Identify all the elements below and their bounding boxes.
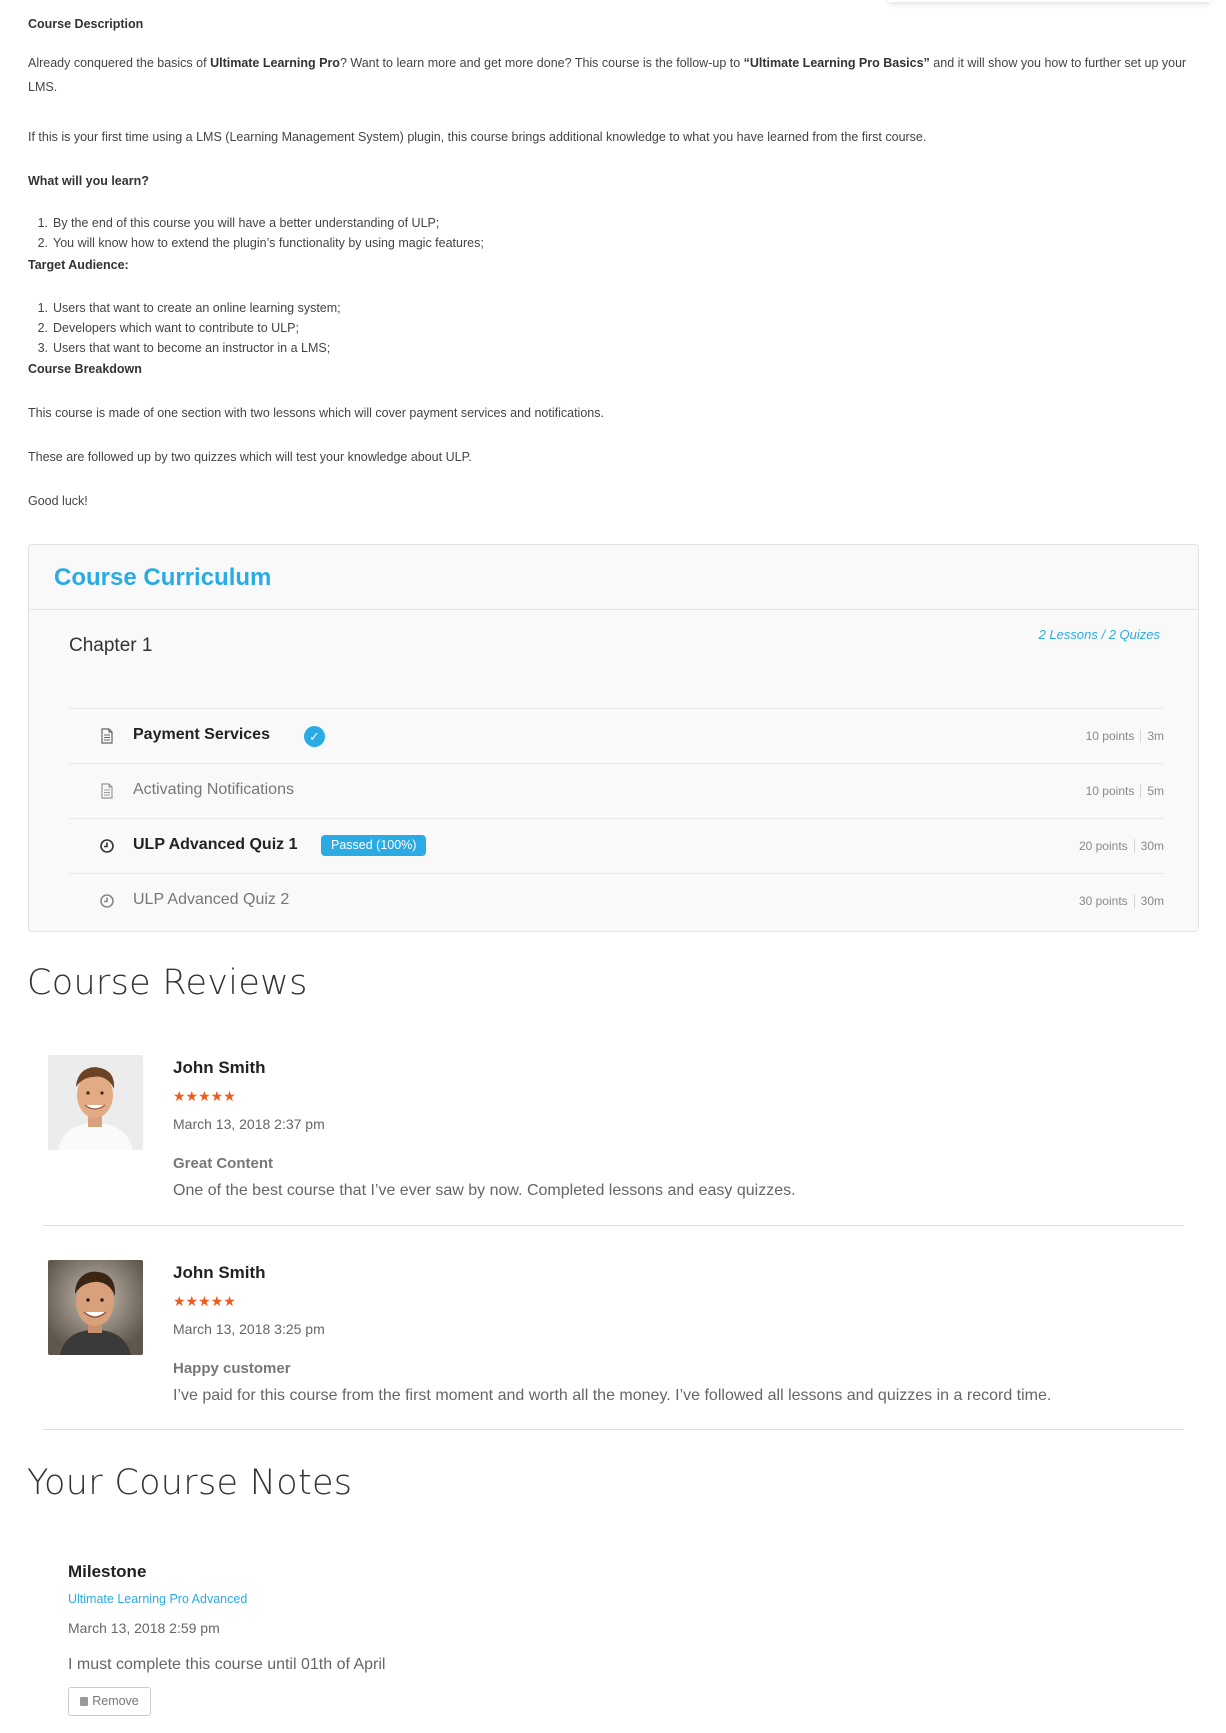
item-meta: 10 points 5m	[1085, 784, 1164, 798]
divider	[43, 1429, 1184, 1430]
item-meta: 20 points 30m	[1078, 839, 1164, 853]
trash-icon	[80, 1697, 89, 1706]
dropdown-shadow	[888, 0, 1210, 2]
curriculum-item-quiz-2[interactable]: ULP Advanced Quiz 2 30 points 30m	[69, 873, 1164, 928]
passed-badge: Passed (100%)	[321, 835, 427, 856]
remove-note-button[interactable]: Remove	[68, 1687, 151, 1716]
lesson-label[interactable]: Payment Services	[133, 726, 270, 744]
reviewer-name: John Smith	[173, 1263, 266, 1282]
quiz-label[interactable]: ULP Advanced Quiz 2	[133, 891, 289, 909]
item-meta: 30 points 30m	[1078, 894, 1164, 908]
audience-item: 3. Users that want to become an instructo…	[37, 341, 331, 355]
review-title: Happy customer	[173, 1360, 291, 1377]
curriculum-item-activating-notifications[interactable]: Activating Notifications 10 points 5m	[69, 763, 1164, 818]
clock-icon	[100, 839, 114, 853]
note-text: I must complete this course until 01th o…	[68, 1656, 386, 1673]
document-icon	[101, 728, 113, 744]
review-title: Great Content	[173, 1155, 274, 1172]
document-icon	[101, 783, 113, 799]
rating-stars: ★★★★★	[173, 1293, 236, 1309]
breakdown-heading: Course Breakdown	[28, 362, 142, 376]
reviewer-name: John Smith	[173, 1058, 266, 1077]
breakdown-para: These are followed up by two quizzes whi…	[28, 450, 472, 464]
learn-heading: What will you learn?	[28, 174, 149, 188]
avatar	[48, 1260, 143, 1355]
audience-item: 1. Users that want to create an online le…	[37, 301, 341, 315]
curriculum-title: Course Curriculum	[54, 564, 272, 591]
quiz-label[interactable]: ULP Advanced Quiz 1	[133, 836, 297, 854]
description-intro: Already conquered the basics of Ultimate…	[28, 56, 1187, 94]
review-text: One of the best course that I’ve ever sa…	[173, 1182, 796, 1199]
review-date: March 13, 2018 3:25 pm	[173, 1321, 325, 1337]
audience-item: 2. Developers which want to contribute to…	[37, 321, 299, 335]
curriculum-item-payment-services[interactable]: Payment Services ✓ 10 points 3m	[69, 708, 1164, 763]
divider	[43, 1225, 1184, 1226]
note-title: Milestone	[68, 1562, 147, 1581]
learn-item: 1. By the end of this course you will hav…	[37, 216, 440, 230]
note-course-link[interactable]: Ultimate Learning Pro Advanced	[68, 1592, 247, 1606]
clock-icon	[100, 894, 114, 908]
description-para: If this is your first time using a LMS (…	[28, 130, 927, 144]
divider	[29, 609, 1198, 610]
rating-stars: ★★★★★	[173, 1088, 236, 1104]
learn-item: 2. You will know how to extend the plugin…	[37, 236, 484, 250]
chapter-count: 2 Lessons / 2 Quizes	[1038, 627, 1160, 642]
review-text: I’ve paid for this course from the first…	[173, 1387, 1052, 1404]
completed-check-icon: ✓	[304, 726, 325, 747]
chapter-title: Chapter 1	[69, 635, 153, 656]
curriculum-item-quiz-1[interactable]: ULP Advanced Quiz 1 Passed (100%) 20 poi…	[69, 818, 1164, 873]
notes-title: Your Course Notes	[27, 1463, 353, 1503]
reviews-title: Course Reviews	[27, 963, 308, 1003]
description-heading: Course Description	[28, 17, 144, 31]
closing-text: Good luck!	[28, 494, 88, 508]
breakdown-para: This course is made of one section with …	[28, 406, 604, 420]
lesson-label[interactable]: Activating Notifications	[133, 781, 294, 799]
review-date: March 13, 2018 2:37 pm	[173, 1116, 325, 1132]
course-curriculum: Course Curriculum Chapter 1 2 Lessons / …	[28, 544, 1199, 932]
note-date: March 13, 2018 2:59 pm	[68, 1620, 220, 1636]
avatar	[48, 1055, 143, 1150]
audience-heading: Target Audience:	[28, 258, 129, 272]
item-meta: 10 points 3m	[1085, 729, 1164, 743]
